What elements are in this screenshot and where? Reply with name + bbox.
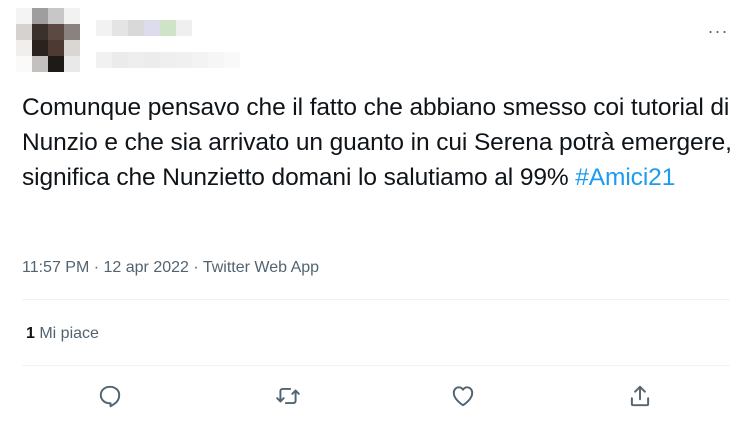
tweet-card: ··· Comunque pensavo che il fatto che ab… [0, 0, 748, 425]
meta-separator: · [89, 259, 104, 276]
share-icon [630, 385, 650, 407]
retweet-button[interactable] [274, 382, 302, 410]
tweet-time[interactable]: 11:57 PM [22, 259, 89, 276]
likes-label: Mi piace [34, 325, 99, 342]
meta-separator: · [188, 259, 203, 276]
tweet-meta: 11:57 PM · 12 apr 2022 · Twitter Web App [22, 258, 319, 278]
divider [22, 365, 730, 366]
author-info[interactable] [96, 20, 256, 72]
likes-count: 1 [26, 325, 35, 342]
more-horizontal-icon: ··· [707, 21, 729, 41]
divider [22, 299, 730, 300]
more-options-button[interactable]: ··· [698, 16, 738, 46]
reply-button[interactable] [96, 382, 124, 410]
like-button[interactable] [449, 382, 477, 410]
tweet-source[interactable]: Twitter Web App [203, 259, 319, 276]
hashtag-link[interactable]: #Amici21 [575, 164, 675, 191]
tweet-text: Comunque pensavo che il fatto che abbian… [22, 90, 734, 195]
reply-icon [99, 385, 121, 408]
share-button[interactable] [626, 382, 654, 410]
likes-stat[interactable]: 1 Mi piace [26, 324, 99, 344]
tweet-date[interactable]: 12 apr 2022 [104, 259, 189, 276]
heart-icon [452, 386, 474, 407]
avatar[interactable] [16, 8, 80, 72]
retweet-icon [276, 387, 300, 405]
